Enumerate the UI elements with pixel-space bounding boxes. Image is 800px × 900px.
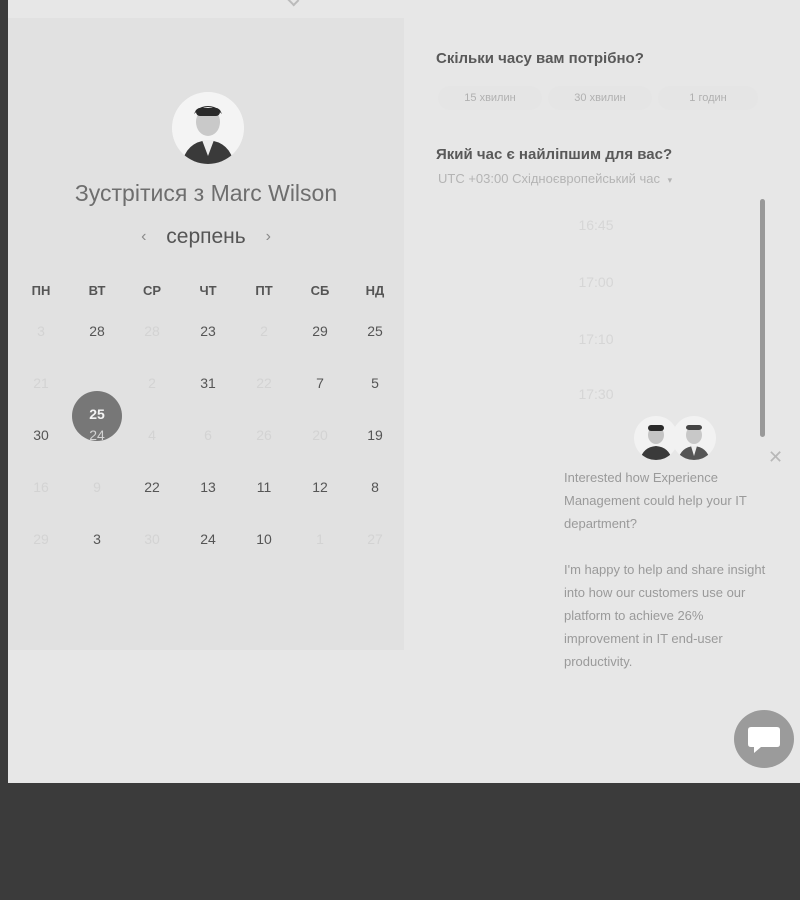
scheduler-page: Зустрітися з Marc Wilson ‹ серпень › ПН В… [8,0,800,783]
calendar-day: 28 [144,323,160,339]
calendar-day[interactable]: 7 [300,375,340,391]
agent-avatars [634,416,718,462]
weekday-header: ЧТ [199,283,217,298]
chat-message-body: I'm happy to help and share insight into… [564,562,766,669]
calendar-day[interactable]: 24 [188,531,228,547]
calendar-day: 9 [93,479,101,495]
calendar-day: 4 [148,427,156,443]
time-slot[interactable]: 17:30 [536,386,656,402]
month-navigation: ‹ серпень › [8,225,404,249]
chat-message: Interested how Experience Management cou… [564,466,778,696]
meeting-title: Зустрітися з Marc Wilson [74,180,338,206]
calendar-panel: Зустрітися з Marc Wilson ‹ серпень › ПН В… [8,18,404,650]
duration-option-30[interactable]: 30 хвилин [548,86,652,110]
month-label: серпень [166,225,246,248]
calendar-day[interactable]: 12 [300,479,340,495]
calendar-day: 24 [89,427,105,443]
calendar-day: 21 [33,375,49,391]
duration-option-60[interactable]: 1 годин [658,86,758,110]
person-photo-icon [172,92,244,164]
weekday-header: НД [365,283,385,298]
calendar-day[interactable]: 30 [21,427,61,443]
calendar-day[interactable]: 8 [355,479,395,495]
calendar-day: 1 [316,531,324,547]
timezone-select[interactable]: UTC +03:00 Східноєвропейський час ▾ [438,171,672,186]
chat-launcher-button[interactable] [734,710,794,768]
calendar-day[interactable]: 31 [188,375,228,391]
calendar-day: 16 [33,479,49,495]
weekday-header: СБ [310,283,330,298]
calendar-day: 27 [367,531,383,547]
calendar-day[interactable]: 23 [188,323,228,339]
weekday-header: СР [142,283,162,298]
calendar-day[interactable]: 5 [355,375,395,391]
chevron-right-icon[interactable]: › [252,228,285,245]
calendar-day: 6 [204,427,212,443]
time-slot[interactable]: 17:10 [536,331,656,347]
time-slot[interactable]: 16:45 [536,217,656,233]
duration-question: Скільки часу вам потрібно? [436,50,644,67]
calendar-day: 30 [144,531,160,547]
agent-avatar-icon [672,416,716,460]
chat-message-intro: Interested how Experience Management cou… [564,470,747,531]
calendar-day[interactable]: 3 [77,531,117,547]
calendar-day[interactable]: 19 [355,427,395,443]
time-question: Який час є найліпшим для вас? [436,146,673,163]
weekday-header: ВТ [88,283,106,298]
calendar-day[interactable]: 11 [244,479,284,495]
left-edge [0,0,8,783]
caret-down-icon: ▾ [667,175,673,185]
calendar-day: 2 [260,323,268,339]
calendar-day[interactable]: 25 [355,323,395,339]
time-slots-scrollbar[interactable] [760,199,765,437]
weekday-header: ПН [31,283,51,298]
chevron-left-icon[interactable]: ‹ [127,228,160,245]
calendar-day[interactable]: 10 [244,531,284,547]
calendar-day: 3 [37,323,45,339]
calendar-day[interactable]: 22 [132,479,172,495]
calendar-day[interactable]: 13 [188,479,228,495]
chevron-down-icon [286,0,300,7]
calendar-day[interactable]: 29 [300,323,340,339]
chat-bubble-icon [748,727,780,753]
calendar-day[interactable]: 28 [77,323,117,339]
time-slot[interactable]: 17:00 [536,274,656,290]
calendar-day: 26 [256,427,272,443]
weekday-header: ПТ [255,283,273,298]
timezone-label: UTC +03:00 Східноєвропейський час [438,171,660,186]
close-icon[interactable]: ✕ [768,447,783,468]
calendar-day: 2 [148,375,156,391]
calendar-day: 20 [312,427,328,443]
calendar-day: 22 [256,375,272,391]
calendar-day: 29 [33,531,49,547]
duration-option-15[interactable]: 15 хвилин [438,86,542,110]
